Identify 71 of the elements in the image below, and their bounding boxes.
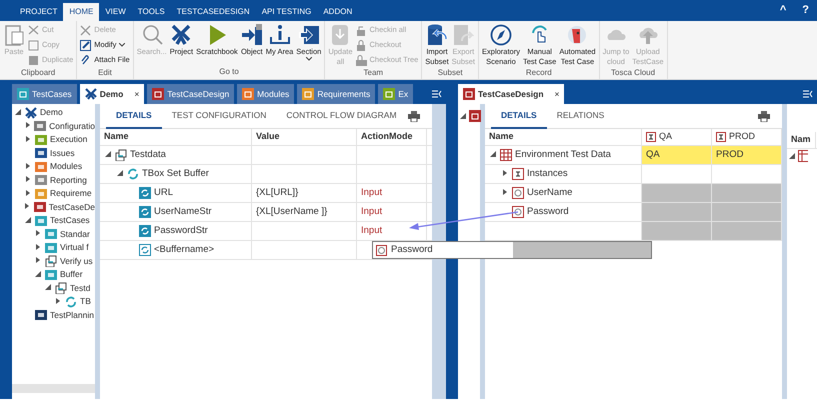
- tree-item[interactable]: Testd: [70, 282, 90, 295]
- tree-item: Instances: [527, 166, 568, 181]
- column-header: ActionMode: [361, 130, 412, 144]
- column-header: Value: [256, 130, 280, 144]
- tree-item: Testdata: [130, 148, 166, 162]
- action-mode-cell-text: Input: [361, 186, 382, 200]
- tree-item[interactable]: TestPlannin: [50, 308, 94, 322]
- tree-item[interactable]: TestCases: [50, 214, 90, 228]
- tree-item[interactable]: TB: [80, 295, 91, 308]
- detail-tab[interactable]: CONTROL FLOW DIAGRAM: [276, 102, 407, 130]
- tree-item: TBox Set Buffer: [142, 166, 209, 181]
- column-header: QA: [659, 130, 672, 144]
- ribbon-group-label: Team: [362, 67, 384, 79]
- detail-tab[interactable]: RELATIONS: [546, 102, 614, 130]
- tree-item[interactable]: Modules: [50, 160, 82, 174]
- menu-tab[interactable]: TESTCASEDESIGN: [170, 3, 256, 21]
- ribbon-group-label: Record: [524, 67, 553, 79]
- menu-tab[interactable]: HOME: [63, 3, 100, 21]
- drag-label: Password: [391, 242, 433, 257]
- document-tab[interactable]: Modules: [237, 84, 294, 104]
- tree-item: UserName: [527, 186, 572, 200]
- document-tab[interactable]: TestCaseDesign: [147, 84, 234, 104]
- tree-item[interactable]: Virtual f: [60, 241, 89, 254]
- help-button[interactable]: ?: [794, 0, 817, 21]
- column-header: Name: [489, 130, 514, 144]
- tree-item[interactable]: Execution: [50, 133, 88, 146]
- tree-item: UserNameStr: [154, 204, 212, 219]
- detail-tab[interactable]: DETAILS: [106, 102, 162, 130]
- menu-tab[interactable]: API TESTING: [256, 3, 318, 21]
- tree-item[interactable]: Demo: [40, 106, 63, 120]
- menu-tab[interactable]: ADDON: [317, 3, 358, 21]
- column-header: PROD: [729, 130, 756, 144]
- close-tab-button[interactable]: ×: [554, 88, 560, 100]
- value-cell-text: {XL[URL]}: [256, 186, 298, 200]
- data-cell: PROD: [712, 146, 782, 164]
- ribbon-group-label: Clipboard: [20, 67, 56, 79]
- detail-tab[interactable]: DETAILS: [491, 102, 547, 130]
- tree-item[interactable]: Verify us: [60, 254, 93, 268]
- ribbon-group-label: Edit: [97, 67, 113, 79]
- document-tab[interactable]: TestCases: [12, 84, 77, 104]
- detail-tab[interactable]: TEST CONFIGURATION: [162, 102, 276, 130]
- action-mode-cell-text: Input: [361, 204, 382, 219]
- menu-tab[interactable]: PROJECT: [14, 3, 64, 21]
- ribbon-group-label: Tosca Cloud: [610, 67, 656, 79]
- menu-tab[interactable]: VIEW: [99, 3, 132, 21]
- tree-item[interactable]: Requireme: [50, 187, 92, 200]
- tree-item: URL: [154, 186, 174, 200]
- tree-item: Password: [527, 204, 569, 219]
- document-tab[interactable]: TestCaseDesign ×: [458, 84, 564, 104]
- tree-item[interactable]: TestCaseDe: [48, 200, 95, 214]
- value-cell-text: {XL[UserName ]}: [256, 204, 328, 219]
- action-mode-cell-text: Input: [361, 224, 382, 238]
- menu-tab[interactable]: TOOLS: [132, 3, 171, 21]
- tree-item[interactable]: Issues: [50, 146, 75, 160]
- collapse-ribbon-button[interactable]: ^: [772, 0, 794, 21]
- document-tab[interactable]: Ex: [378, 84, 414, 104]
- column-header: Nam: [791, 133, 811, 146]
- ribbon-group-label: Go to: [218, 66, 240, 78]
- data-cell: QA: [642, 146, 712, 164]
- tree-item[interactable]: Configuratio: [49, 120, 95, 133]
- document-tab[interactable]: Requirements: [297, 84, 376, 104]
- tree-item: PasswordStr: [154, 224, 208, 238]
- close-tab-button[interactable]: ×: [134, 88, 140, 100]
- tree-item[interactable]: Buffer: [60, 268, 83, 282]
- tree-item: <Buffername>: [154, 242, 214, 257]
- ribbon-group-label: Subset: [436, 67, 464, 79]
- column-header: Name: [104, 130, 129, 144]
- tree-item: Environment Test Data: [515, 148, 611, 162]
- tree-item[interactable]: Reporting: [50, 174, 87, 187]
- tree-item[interactable]: Standar: [60, 228, 90, 241]
- document-tab[interactable]: Demo ×: [80, 84, 144, 104]
